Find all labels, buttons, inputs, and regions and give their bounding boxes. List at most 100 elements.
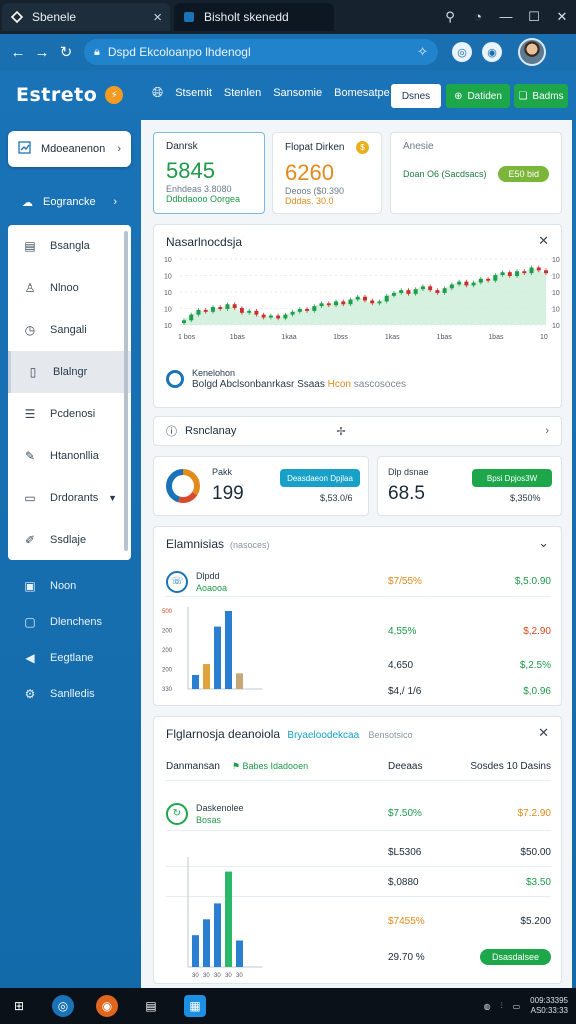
- sidebar-item[interactable]: ▢ Dlenchens: [8, 604, 131, 640]
- bar: [203, 919, 210, 967]
- sidebar-item[interactable]: ⚙ Sanlledis: [8, 676, 131, 712]
- browser-app-icon[interactable]: ◎: [52, 995, 74, 1017]
- close-icon[interactable]: ✕: [538, 725, 549, 741]
- x-tick-label: 1bas: [488, 334, 504, 341]
- kpi-value: 5845: [166, 158, 215, 183]
- avatar[interactable]: [518, 38, 546, 66]
- sidebar-item-label: Eegtlane: [50, 652, 94, 664]
- sidebar-scrollbar[interactable]: [124, 231, 128, 551]
- y-tick-label: 10: [164, 323, 172, 330]
- chart-footer: Kenelohon Bolgd Abclsonbanrkasr Ssaas Hc…: [166, 367, 406, 391]
- kpi-card[interactable]: Flopat Dirken $ 6260 Deoos ($0.390 Dddas…: [272, 132, 382, 214]
- sidebar-item[interactable]: ♙ Nlnoo: [8, 267, 131, 309]
- x-tick-label: 1bss: [333, 334, 348, 341]
- row-right-value: $5.200: [520, 915, 551, 927]
- reload-icon[interactable]: ↻: [54, 43, 78, 61]
- x-tick-label: 1bas: [437, 334, 453, 341]
- x-tick-label: 30: [214, 973, 221, 979]
- x-tick-label: 1kas: [385, 334, 400, 341]
- close-tab-icon[interactable]: ×: [153, 9, 162, 26]
- sidebar-item-label: Ssdlaje: [50, 534, 87, 546]
- back-icon[interactable]: ←: [6, 44, 30, 61]
- sidebar-item[interactable]: ▣ Noon: [8, 568, 131, 604]
- top-nav: 🌐︎ Stsemit Stenlen Sansomie Bomesatpe: [152, 84, 390, 101]
- clock[interactable]: 009:33395 AS0:33:33: [530, 996, 568, 1016]
- table-link[interactable]: Bryaeloodekcaa: [287, 730, 359, 741]
- sidebar-item[interactable]: ◀ Eegtlane: [8, 640, 131, 676]
- sidebar-group-header[interactable]: ☁︎ Eograncke ›: [8, 190, 131, 214]
- sidebar-item[interactable]: ✎ Htanonllia: [8, 435, 131, 477]
- minimize-icon[interactable]: —: [492, 9, 520, 25]
- header-button-secondary-label: Badms: [532, 90, 564, 102]
- close-icon[interactable]: ✕: [538, 233, 549, 249]
- chevron-down-icon[interactable]: ⌄: [538, 535, 549, 551]
- chart-footer-orange: Hcon: [327, 379, 351, 390]
- kpi-card[interactable]: Danrsk 5845 Enhdeas 3.8080 Ddbdaooo Oorg…: [153, 132, 265, 214]
- candle-body: [391, 292, 396, 296]
- file-manager-icon[interactable]: ▤: [140, 995, 162, 1017]
- sidebar-item[interactable]: ☰ Pcdenosi: [8, 393, 131, 435]
- top-nav-item[interactable]: Sansomie: [273, 87, 322, 99]
- header-button-secondary[interactable]: ❏ Badms: [514, 84, 568, 108]
- history-icon[interactable]: ◔: [464, 9, 492, 25]
- browser-tab-active[interactable]: Sbenele ×: [2, 3, 170, 31]
- image-icon: ▣: [24, 579, 36, 593]
- action-button[interactable]: Dsasdalsee: [479, 949, 551, 965]
- summary-row[interactable]: ⓘ Rsnclanay ✢ ›: [153, 416, 562, 446]
- header-button-white[interactable]: Dsnes: [391, 84, 441, 108]
- app-logo[interactable]: Estreto: [16, 84, 97, 106]
- candle-body: [319, 303, 324, 307]
- extension-round-icon[interactable]: ◎: [452, 42, 472, 62]
- sidebar-primary-button[interactable]: Mdoeanenon ›: [8, 131, 131, 167]
- sidebar-item[interactable]: ▭ Drdorants ▼: [8, 477, 131, 519]
- sidebar-item[interactable]: ✐ Ssdlaje: [8, 519, 131, 560]
- pin-icon[interactable]: ✢: [336, 425, 345, 438]
- data-table-card: Elamnisias (nasoces) ⌄ ☏ Dlpdd Aoaooa $7/5…: [153, 526, 562, 706]
- sidebar-item[interactable]: ▤ Bsangla: [8, 225, 131, 267]
- file-icon: ▯: [29, 365, 37, 379]
- windows-start-icon[interactable]: ⊞: [8, 995, 30, 1017]
- sidebar-item-label: Bsangla: [50, 240, 90, 252]
- x-tick-label: 30: [203, 973, 210, 979]
- bookmark-star-icon[interactable]: ✧: [417, 44, 428, 60]
- top-nav-item[interactable]: Stenlen: [224, 87, 261, 99]
- kpi-pill-button[interactable]: E50 bid: [498, 166, 549, 182]
- maximize-icon[interactable]: ☐: [520, 9, 548, 25]
- store-app-icon[interactable]: ▦: [184, 995, 206, 1017]
- row-subtitle: Aoaooa: [196, 582, 228, 593]
- mini-pill-button[interactable]: Deasdaeon Dpjlaa: [280, 469, 360, 487]
- mini-label: Dlp dsnae: [388, 467, 429, 477]
- mini-pill-button[interactable]: Bpsi Dpjos3W: [472, 469, 552, 487]
- close-window-icon[interactable]: ✕: [548, 9, 576, 25]
- sidebar-item-selected[interactable]: ▯ Blalngr: [8, 351, 131, 393]
- chart-footer-line2-text: Bolgd Abclsonbanrkasr Ssaas: [192, 379, 325, 390]
- candle-body: [515, 271, 520, 276]
- top-nav-item[interactable]: Stsemit: [175, 87, 212, 99]
- network-icon[interactable]: ⫶: [501, 1001, 503, 1011]
- table-row[interactable]: ↻ Daskenolee Bosas $7.50% $7.2.90: [166, 797, 551, 831]
- kpi-card[interactable]: Anesie Doan O6 (Sacdsacs) E50 bid: [390, 132, 562, 214]
- profile-sync-icon[interactable]: ◉: [482, 42, 502, 62]
- mini-stat-card[interactable]: Pakk 199 Deasdaeon Dpjlaa $,53.0/6: [153, 456, 369, 516]
- url-field[interactable]: 🔒︎ Dspd Ekcoloanpo lhdenogl ✧: [84, 39, 438, 65]
- firefox-app-icon[interactable]: ◉: [96, 995, 118, 1017]
- chevron-right-icon[interactable]: ›: [545, 425, 549, 437]
- sidebar-item-label: Blalngr: [53, 366, 88, 378]
- table-row[interactable]: ☏ Dlpdd Aoaooa $7/55% $,5.0.90: [166, 567, 551, 597]
- candle-body: [312, 306, 317, 311]
- header-button-primary[interactable]: ⊕ Datiden: [446, 84, 510, 108]
- mini-stat-card[interactable]: Dlp dsnae 68.5 Bpsi Dpjos3W $,350%: [377, 456, 562, 516]
- bar-chart: 500 200 200 200 330: [162, 607, 262, 693]
- mini-sub: $,53.0/6: [320, 493, 353, 503]
- globe-icon[interactable]: 🌐︎: [152, 84, 163, 101]
- top-nav-item[interactable]: Bomesatpe: [334, 87, 390, 99]
- browser-tab-inactive[interactable]: Bisholt skenedd: [174, 3, 334, 31]
- battery-icon[interactable]: ▭: [513, 1002, 521, 1011]
- app-window: Estreto ⚡︎ 🌐︎ Stsemit Stenlen Sansomie B…: [0, 70, 576, 988]
- extension-icon[interactable]: ⚲: [436, 9, 464, 25]
- wifi-icon[interactable]: ◍: [484, 1002, 491, 1011]
- sidebar-item[interactable]: ◷ Sangali: [8, 309, 131, 351]
- row-right-value: $,5.0.90: [514, 576, 551, 587]
- candle-body: [522, 271, 527, 274]
- forward-icon[interactable]: →: [30, 44, 54, 61]
